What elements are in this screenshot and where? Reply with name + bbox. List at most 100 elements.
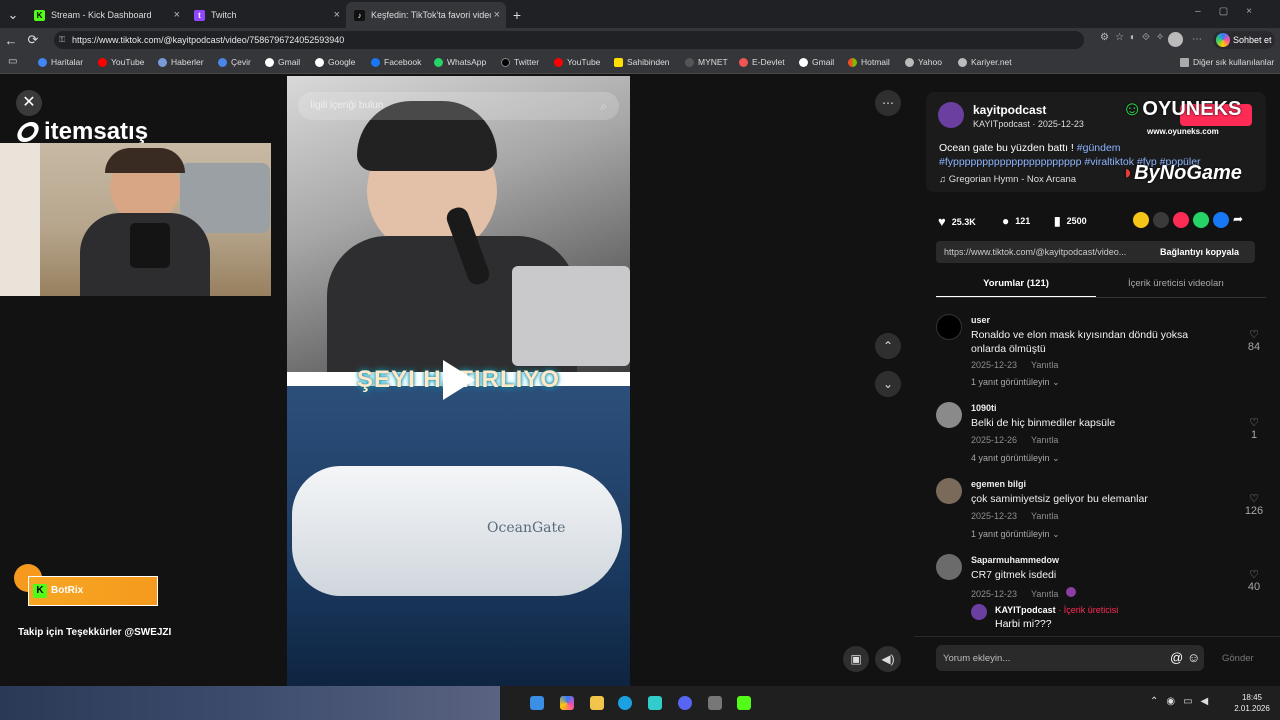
tab-twitch[interactable]: t Twitch × [186, 2, 346, 28]
toolbar-icons[interactable]: ⚙☆◐⟐✧ [1100, 32, 1170, 43]
emoji-icon[interactable]: ☺ [1187, 650, 1200, 665]
other-bookmarks[interactable]: Diğer sık kullanılanlar [1180, 57, 1274, 67]
bookmark-label: YouTube [111, 57, 145, 67]
save-action[interactable]: ▮ 2500 [1054, 214, 1087, 228]
comment-action[interactable]: ● 121 [1002, 214, 1030, 228]
comment-like[interactable]: ♡ 126 [1242, 492, 1266, 517]
discord-icon[interactable] [678, 696, 692, 710]
reply-avatar[interactable] [971, 604, 987, 620]
send-button[interactable]: Gönder [1222, 653, 1254, 664]
copilot-icon[interactable] [560, 696, 574, 710]
mention-icon[interactable]: @ [1170, 650, 1183, 665]
tab-kick[interactable]: K Stream - Kick Dashboard × [26, 2, 186, 28]
reading-list-icon[interactable]: ▭ [8, 56, 17, 67]
bookmark-item[interactable]: Haberler [158, 57, 204, 67]
profile-avatar[interactable] [1168, 32, 1183, 47]
bookmark-item[interactable]: E-Devlet [739, 57, 785, 67]
start-icon[interactable] [530, 696, 544, 710]
store-icon[interactable] [648, 696, 662, 710]
window-controls[interactable]: –▢× [1195, 6, 1270, 17]
facebook-icon[interactable] [1213, 212, 1229, 228]
play-icon[interactable] [443, 360, 475, 400]
tab-creator-videos[interactable]: İçerik üreticisi videoları [1096, 278, 1256, 289]
tab-list-chevron-icon[interactable]: ⌄ [0, 2, 26, 28]
bookmark-item[interactable]: Sahibinden [614, 57, 670, 67]
comment-text: Belki de hiç binmediler kapsüle [971, 417, 1116, 429]
volume-icon[interactable]: ◀) [875, 646, 901, 672]
pip-icon[interactable]: ▣ [843, 646, 869, 672]
close-icon[interactable]: ✕ [16, 90, 42, 116]
avatar[interactable] [936, 314, 962, 340]
reply-button[interactable]: Yanıtla [1031, 435, 1058, 445]
more-options-icon[interactable]: ⋯ [875, 90, 901, 116]
close-icon[interactable]: × [334, 9, 340, 21]
embed-icon[interactable] [1153, 212, 1169, 228]
send-icon[interactable] [1173, 212, 1189, 228]
system-tray-icons[interactable]: ⌃◉▭◀ [1150, 696, 1216, 707]
back-arrow-icon[interactable]: ← [0, 33, 22, 48]
app-icon[interactable] [708, 696, 722, 710]
bookmark-item[interactable]: Gmail [265, 57, 300, 67]
comment-username[interactable]: 1090ti [971, 403, 997, 413]
creator-avatar[interactable] [938, 102, 964, 128]
bookmark-item[interactable]: WhatsApp [434, 57, 486, 67]
bookmark-item[interactable]: Gmail [799, 57, 834, 67]
bookmark-item[interactable]: Yahoo [905, 57, 942, 67]
copy-link-button[interactable]: Bağlantıyı kopyala [1160, 247, 1239, 257]
chevron-up-icon[interactable]: ⌃ [875, 333, 901, 359]
close-icon[interactable]: × [494, 9, 500, 21]
url-field[interactable]: ⚿ https://www.tiktok.com/@kayitpodcast/v… [54, 31, 1084, 49]
repost-icon[interactable] [1133, 212, 1149, 228]
bookmark-item[interactable]: YouTube [98, 57, 144, 67]
bookmark-item[interactable]: Facebook [371, 57, 421, 67]
comment-like[interactable]: ♡ 84 [1242, 328, 1266, 353]
file-explorer-icon[interactable] [590, 696, 604, 710]
share-arrow-icon[interactable]: ➦ [1233, 212, 1249, 228]
avatar[interactable] [936, 402, 962, 428]
view-replies[interactable]: 1 yanıt görüntüleyin ⌄ [971, 377, 1060, 388]
comment-input[interactable]: Yorum ekleyin... @ ☺ [936, 645, 1204, 671]
reply-button[interactable]: Yanıtla [1031, 511, 1058, 521]
bookmark-item[interactable]: Google [315, 57, 355, 67]
comment-username[interactable]: egemen bilgi [971, 479, 1026, 489]
edge-icon[interactable] [618, 696, 632, 710]
tab-divider [936, 297, 1266, 298]
reply-username[interactable]: KAYITpodcast [995, 605, 1056, 615]
close-icon[interactable]: × [174, 9, 180, 21]
bookmark-item[interactable]: MYNET [685, 57, 728, 67]
tab-comments[interactable]: Yorumlar (121) [936, 278, 1096, 289]
bookmark-item[interactable]: YouTube [554, 57, 600, 67]
new-tab-plus-icon[interactable]: + [506, 2, 528, 28]
reply-button[interactable]: Yanıtla [1031, 589, 1058, 599]
creator-username[interactable]: kayitpodcast [973, 103, 1046, 117]
bookmark-item[interactable]: Twitter [501, 57, 539, 67]
view-replies[interactable]: 4 yanıt görüntüleyin ⌄ [971, 453, 1060, 464]
comment-date: 2025-12-23 [971, 511, 1018, 521]
kick-app-icon[interactable] [737, 696, 751, 710]
comment-username[interactable]: user [971, 315, 990, 325]
whatsapp-icon[interactable] [1193, 212, 1209, 228]
menu-dots-icon[interactable]: ⋯ [1192, 34, 1202, 45]
bookmark-item[interactable]: Kariyer.net [958, 57, 1012, 67]
copilot-chat-button[interactable]: Sohbet et [1213, 31, 1275, 49]
comment-username[interactable]: Saparmuhammedow [971, 555, 1059, 565]
heart-outline-icon: ♡ [1249, 569, 1259, 581]
chevron-down-icon[interactable]: ⌄ [875, 371, 901, 397]
comment-like[interactable]: ♡ 40 [1242, 568, 1266, 593]
comment-like[interactable]: ♡ 1 [1242, 416, 1266, 441]
bookmark-item[interactable]: Haritalar [38, 57, 83, 67]
video-player[interactable]: OceanGate ŞEYI HATIRLIYO İlgili içeriği … [287, 76, 630, 686]
music-row[interactable]: ♫ Gregorian Hymn - Nox Arcana [939, 174, 1076, 185]
reply-button[interactable]: Yanıtla [1031, 360, 1058, 370]
like-action[interactable]: ♥ 25.3K [938, 214, 976, 229]
clock[interactable]: 18:45 2.01.2026 [1232, 692, 1272, 714]
refresh-icon[interactable]: ⟳ [22, 32, 44, 48]
tab-tiktok[interactable]: ♪ Keşfedin: TikTok'ta favori videoları… … [346, 2, 506, 28]
related-search-input[interactable]: İlgili içeriği bulun ⌕ [298, 92, 619, 120]
view-replies[interactable]: 1 yanıt görüntüleyin ⌄ [971, 529, 1060, 540]
bookmark-item[interactable]: Çevir [218, 57, 251, 67]
bookmark-item[interactable]: Hotmail [848, 57, 890, 67]
avatar[interactable] [936, 554, 962, 580]
avatar[interactable] [936, 478, 962, 504]
search-icon[interactable]: ⌕ [600, 92, 607, 120]
